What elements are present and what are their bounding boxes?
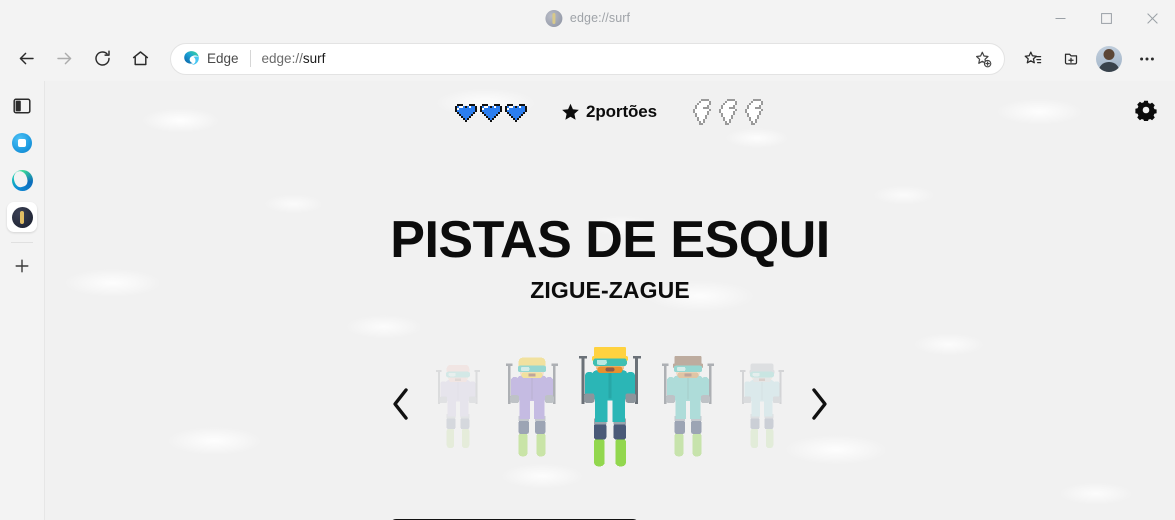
title-bar: edge://surf: [0, 0, 1175, 36]
edge-logo-icon: [184, 51, 199, 65]
page-title: PISTAS DE ESQUI: [390, 211, 830, 269]
sidebar-item-copilot[interactable]: [7, 128, 37, 158]
edge-badge-label: Edge: [207, 51, 239, 66]
address-bar-divider: [249, 50, 251, 67]
vertical-sidebar: [0, 81, 45, 520]
forward-button[interactable]: [46, 42, 82, 76]
edge-badge: Edge: [183, 50, 239, 67]
carousel-prev-button[interactable]: [379, 375, 423, 433]
skier-far-left[interactable]: [423, 338, 493, 470]
game-settings-button[interactable]: [1131, 95, 1161, 125]
browser-tab[interactable]: edge://surf: [533, 3, 642, 33]
favorites-button[interactable]: [1015, 42, 1051, 76]
chevron-right-icon: [812, 388, 827, 420]
star-icon: [562, 103, 579, 120]
boost-indicator: [691, 99, 765, 125]
page-subtitle: ZIGUE-ZAGUE: [530, 277, 690, 303]
window-controls: [1037, 0, 1175, 36]
refresh-button[interactable]: [84, 42, 120, 76]
sidebar-add-button[interactable]: [7, 251, 37, 281]
close-button[interactable]: [1129, 0, 1175, 36]
heart-icon: [455, 104, 477, 122]
avatar: [1096, 45, 1122, 72]
plus-icon: [15, 259, 29, 273]
profile-button[interactable]: [1091, 42, 1127, 76]
surf-skier-icon: [11, 206, 33, 228]
score-indicator: 2portões: [561, 102, 657, 122]
score-label: 2portões: [586, 102, 657, 121]
lives-indicator: [455, 102, 527, 122]
edge-logo-icon: [11, 169, 33, 191]
skier-left[interactable]: [493, 338, 571, 470]
skier-selected[interactable]: [571, 338, 649, 470]
blue-app-icon: [12, 133, 32, 153]
minimize-button[interactable]: [1037, 0, 1083, 36]
browser-toolbar: Edge edge://surf: [0, 36, 1175, 81]
lightning-bolt-icon: [719, 99, 737, 125]
tab-title: edge://surf: [569, 11, 631, 25]
back-button[interactable]: [8, 42, 44, 76]
collections-button[interactable]: [1053, 42, 1089, 76]
skier-right[interactable]: [649, 338, 727, 470]
sidebar-item-browser-essentials[interactable]: [7, 91, 37, 121]
add-favorite-icon[interactable]: [968, 45, 998, 73]
settings-and-more-button[interactable]: [1129, 42, 1165, 76]
url-prefix: edge://: [261, 51, 303, 66]
home-button[interactable]: [122, 42, 158, 76]
address-bar-url: edge://surf: [262, 51, 326, 66]
lightning-bolt-icon: [745, 99, 763, 125]
character-carousel: [45, 329, 1175, 479]
gear-icon: [1135, 100, 1157, 121]
surf-skier-favicon-icon: [544, 9, 562, 27]
heart-icon: [480, 104, 502, 122]
chevron-left-icon: [393, 388, 408, 420]
sidebar-item-surf-game[interactable]: [7, 202, 37, 232]
game-hud: 2portões: [45, 99, 1175, 125]
skier-far-right[interactable]: [727, 338, 797, 470]
sidebar-divider: [11, 242, 33, 243]
surf-game-page: 2portões PISTAS DE ESQUI ZIGUE-ZAGUE: [45, 81, 1175, 520]
heart-icon: [505, 104, 527, 122]
carousel-next-button[interactable]: [797, 375, 841, 433]
maximize-button[interactable]: [1083, 0, 1129, 36]
url-suffix: surf: [302, 51, 326, 66]
lightning-bolt-icon: [693, 99, 711, 125]
panel-icon: [13, 98, 31, 114]
sidebar-item-edge-app[interactable]: [7, 165, 37, 195]
address-bar[interactable]: Edge edge://surf: [170, 42, 1005, 75]
